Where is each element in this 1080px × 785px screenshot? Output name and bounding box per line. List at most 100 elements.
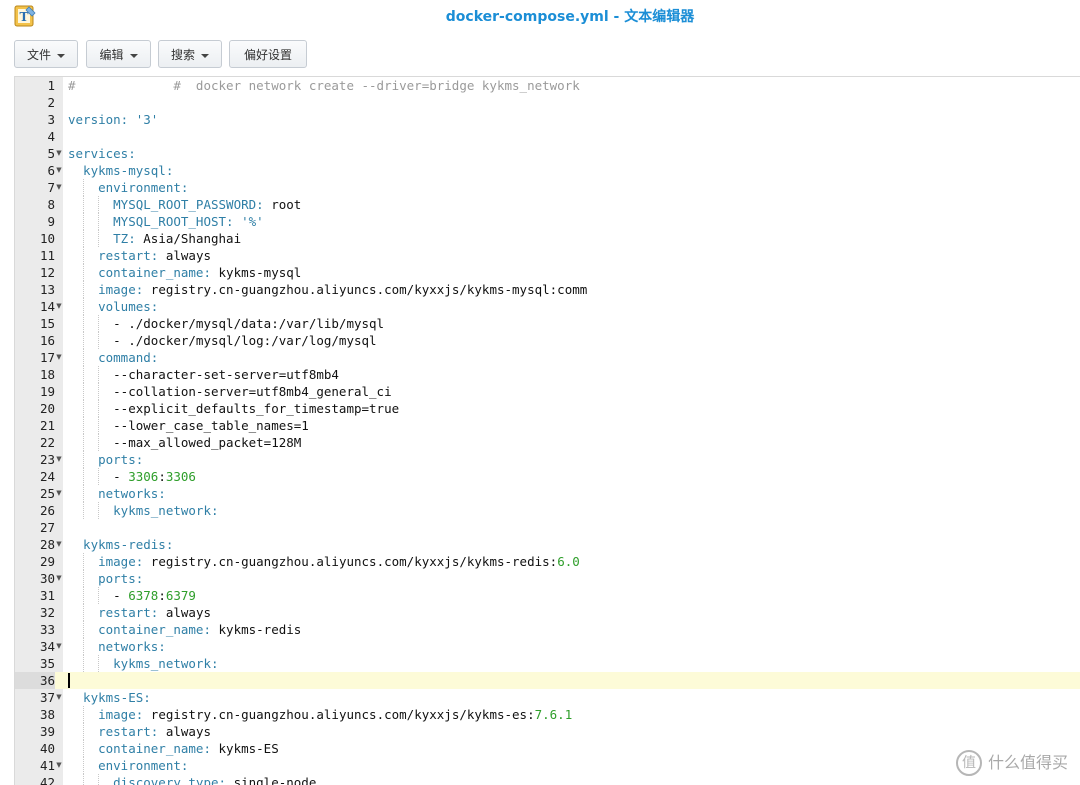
code-line[interactable]: 24 - 3306:3306 <box>15 468 1080 485</box>
code-line[interactable]: 1 # # docker network create --driver=brid… <box>15 77 1080 94</box>
code-line[interactable]: 34 ▼ networks: <box>15 638 1080 655</box>
code-token: kykms-ES <box>218 741 279 756</box>
code-token: services: <box>68 146 136 161</box>
code-line[interactable]: 18 --character-set-server=utf8mb4 <box>15 366 1080 383</box>
code-line[interactable]: 20 --explicit_defaults_for_timestamp=tru… <box>15 400 1080 417</box>
code-token: 6.0 <box>557 554 580 569</box>
code-line[interactable]: 11 restart: always <box>15 247 1080 264</box>
search-menu-label: 搜索 <box>170 48 195 62</box>
watermark: 值什么值得买 <box>955 749 1068 776</box>
code-line[interactable]: 23 ▼ ports: <box>15 451 1080 468</box>
preferences-button[interactable]: 偏好设置 <box>229 40 307 68</box>
code-line[interactable]: 42 discovery.type: single-node <box>15 774 1080 785</box>
fold-toggle-icon[interactable]: ▼ <box>55 179 63 196</box>
code-line[interactable]: 40 container_name: kykms-ES <box>15 740 1080 757</box>
code-line[interactable]: 17 ▼ command: <box>15 349 1080 366</box>
code-line[interactable]: 4 <box>15 128 1080 145</box>
line-number: 9 <box>47 214 55 229</box>
code-line[interactable]: 37 ▼ kykms-ES: <box>15 689 1080 706</box>
code-line[interactable]: 32 restart: always <box>15 604 1080 621</box>
code-line[interactable]: 38 image: registry.cn-guangzhou.aliyuncs… <box>15 706 1080 723</box>
code-line[interactable]: 10 TZ: Asia/Shanghai <box>15 230 1080 247</box>
line-number: 5 <box>47 146 55 161</box>
code-token: TZ: <box>68 231 144 246</box>
code-text: - ./docker/mysql/data:/var/lib/mysql <box>68 315 384 332</box>
code-token: 6378 <box>128 588 159 603</box>
code-token: networks: <box>68 486 166 501</box>
code-line[interactable]: 6 ▼ kykms-mysql: <box>15 162 1080 179</box>
code-line[interactable]: 7 ▼ environment: <box>15 179 1080 196</box>
code-line[interactable]: 16 - ./docker/mysql/log:/var/log/mysql <box>15 332 1080 349</box>
code-text: MYSQL_ROOT_HOST: '%' <box>68 213 264 230</box>
code-line[interactable]: 2 <box>15 94 1080 111</box>
code-token: : <box>158 588 166 603</box>
fold-toggle-icon[interactable]: ▼ <box>55 638 63 655</box>
code-text: --character-set-server=utf8mb4 <box>68 366 339 383</box>
code-line[interactable]: 31 - 6378:6379 <box>15 587 1080 604</box>
line-number: 18 <box>39 367 55 382</box>
file-menu-button[interactable]: 文件 <box>14 40 78 68</box>
code-token: root <box>271 197 302 212</box>
code-token: registry.cn-guangzhou.aliyuncs.com/kyxxj… <box>150 554 558 569</box>
code-line[interactable]: 26 kykms_network: <box>15 502 1080 519</box>
line-number: 29 <box>39 554 55 569</box>
fold-toggle-icon[interactable]: ▼ <box>55 145 63 162</box>
line-number: 28 <box>39 537 55 552</box>
code-line[interactable]: 30 ▼ ports: <box>15 570 1080 587</box>
code-line[interactable]: 28 ▼ kykms-redis: <box>15 536 1080 553</box>
code-token: Asia/Shanghai <box>143 231 242 246</box>
line-number: 20 <box>39 401 55 416</box>
code-text: --explicit_defaults_for_timestamp=true <box>68 400 399 417</box>
code-line[interactable]: 13 image: registry.cn-guangzhou.aliyuncs… <box>15 281 1080 298</box>
file-menu-label: 文件 <box>26 48 51 62</box>
code-line[interactable]: 15 - ./docker/mysql/data:/var/lib/mysql <box>15 315 1080 332</box>
code-line[interactable]: 25 ▼ networks: <box>15 485 1080 502</box>
code-token: kykms-redis <box>218 622 302 637</box>
code-line[interactable]: 27 <box>15 519 1080 536</box>
line-number: 3 <box>47 112 55 127</box>
code-token: 3306 <box>128 469 159 484</box>
code-token: container_name: <box>68 622 219 637</box>
code-text: kykms_network: <box>68 655 218 672</box>
chevron-down-icon <box>201 53 209 58</box>
code-line[interactable]: 5 ▼ services: <box>15 145 1080 162</box>
code-line[interactable]: 8 MYSQL_ROOT_PASSWORD: root <box>15 196 1080 213</box>
code-token: --max_allowed_packet=128M <box>68 435 302 450</box>
line-number: 37 <box>39 690 55 705</box>
code-text: networks: <box>68 638 166 655</box>
code-editor[interactable]: 1 # # docker network create --driver=brid… <box>14 76 1080 785</box>
fold-toggle-icon[interactable]: ▼ <box>55 757 63 774</box>
edit-menu-button[interactable]: 编辑 <box>86 40 151 68</box>
fold-toggle-icon[interactable]: ▼ <box>55 349 63 366</box>
fold-toggle-icon[interactable]: ▼ <box>55 298 63 315</box>
code-token: environment: <box>68 180 189 195</box>
fold-toggle-icon[interactable]: ▼ <box>55 485 63 502</box>
code-text: restart: always <box>68 723 211 740</box>
code-token: networks: <box>68 639 166 654</box>
line-number: 11 <box>39 248 55 263</box>
line-number: 35 <box>39 656 55 671</box>
fold-toggle-icon[interactable]: ▼ <box>55 162 63 179</box>
code-line[interactable]: 35 kykms_network: <box>15 655 1080 672</box>
search-menu-button[interactable]: 搜索 <box>158 40 222 68</box>
code-line[interactable]: 22 --max_allowed_packet=128M <box>15 434 1080 451</box>
fold-toggle-icon[interactable]: ▼ <box>55 451 63 468</box>
fold-toggle-icon[interactable]: ▼ <box>55 689 63 706</box>
code-line[interactable]: 21 --lower_case_table_names=1 <box>15 417 1080 434</box>
line-number: 30 <box>39 571 55 586</box>
code-line[interactable]: 41 ▼ environment: <box>15 757 1080 774</box>
code-line[interactable]: 3 version: '3' <box>15 111 1080 128</box>
line-number: 31 <box>39 588 55 603</box>
code-line[interactable]: 14 ▼ volumes: <box>15 298 1080 315</box>
fold-toggle-icon[interactable]: ▼ <box>55 536 63 553</box>
code-line[interactable]: 33 container_name: kykms-redis <box>15 621 1080 638</box>
fold-toggle-icon[interactable]: ▼ <box>55 570 63 587</box>
code-line[interactable]: 36 <box>15 672 1080 689</box>
code-token: 7.6.1 <box>534 707 573 722</box>
code-line[interactable]: 9 MYSQL_ROOT_HOST: '%' <box>15 213 1080 230</box>
code-line[interactable]: 29 image: registry.cn-guangzhou.aliyuncs… <box>15 553 1080 570</box>
code-token: always <box>165 605 211 620</box>
code-line[interactable]: 39 restart: always <box>15 723 1080 740</box>
code-line[interactable]: 12 container_name: kykms-mysql <box>15 264 1080 281</box>
code-line[interactable]: 19 --collation-server=utf8mb4_general_ci <box>15 383 1080 400</box>
